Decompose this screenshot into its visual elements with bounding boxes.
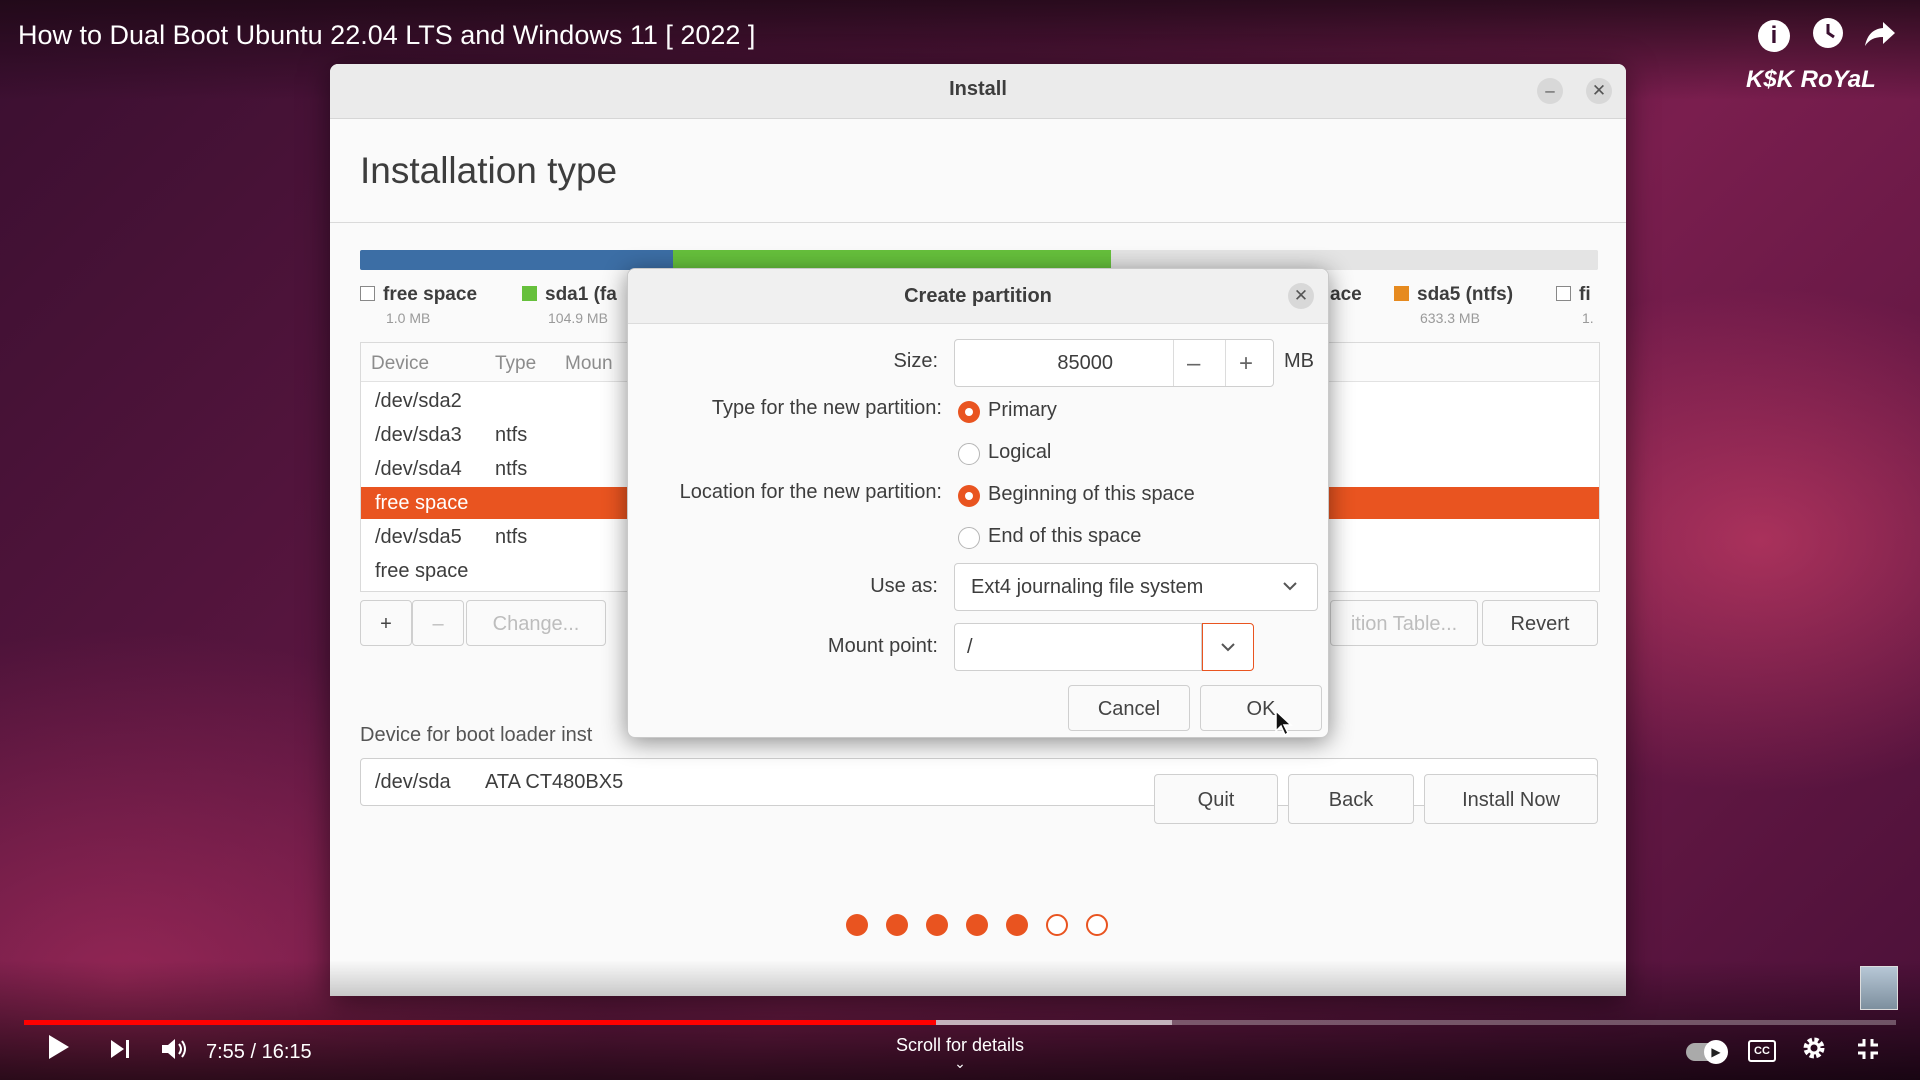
radio-end[interactable] [958, 527, 980, 549]
partition-bar-segment-sda2 [673, 250, 1111, 270]
exit-fullscreen-icon[interactable] [1846, 1030, 1890, 1074]
mount-point-input[interactable]: / [954, 623, 1202, 671]
chevron-down-icon [1281, 577, 1299, 601]
cancel-button[interactable]: Cancel [1068, 685, 1190, 731]
quit-button[interactable]: Quit [1154, 774, 1278, 824]
column-header-device[interactable]: Device [371, 353, 429, 375]
progress-dot-complete [926, 914, 948, 936]
progress-dot-complete [1006, 914, 1028, 936]
scroll-for-details[interactable]: Scroll for details ⌄ [860, 1035, 1060, 1070]
volume-icon[interactable] [152, 1030, 196, 1074]
partition-bar-segment-free [1111, 250, 1598, 270]
legend-item: sda1 (fa [522, 284, 617, 306]
progress-dot-complete [886, 914, 908, 936]
option-end[interactable]: End of this space [988, 525, 1141, 548]
size-spinbox[interactable]: 85000 – + [954, 339, 1274, 387]
add-partition-button[interactable]: + [360, 600, 412, 646]
progress-played[interactable] [24, 1020, 936, 1025]
next-icon[interactable] [98, 1030, 142, 1074]
mouse-cursor-icon [1274, 709, 1294, 742]
use-as-label: Use as: [870, 575, 938, 597]
legend-size: 1.0 MB [386, 310, 431, 326]
size-label: Size: [893, 350, 938, 372]
divider [330, 222, 1626, 223]
option-logical[interactable]: Logical [988, 441, 1051, 464]
minimize-icon[interactable]: – [1537, 78, 1563, 104]
spin-separator [1225, 340, 1226, 386]
legend-size: 1. [1582, 310, 1594, 326]
clock-icon[interactable] [1808, 16, 1848, 56]
create-partition-dialog: Create partition ✕ Size: 85000 – + MB Ty… [627, 268, 1329, 738]
page-title: Installation type [360, 150, 618, 191]
size-unit: MB [1284, 350, 1314, 372]
radio-primary[interactable] [958, 401, 980, 423]
mount-point-label: Mount point: [827, 635, 938, 657]
boot-loader-label: Device for boot loader inst [360, 724, 593, 746]
channel-watermark: K$K RoYaL [1746, 66, 1876, 93]
autoplay-play-icon: ▶ [1704, 1040, 1728, 1064]
chevron-down-icon: ⌄ [954, 1055, 966, 1071]
video-title[interactable]: How to Dual Boot Ubuntu 22.04 LTS and Wi… [18, 20, 755, 51]
time-display: 7:55 / 16:15 [206, 1041, 312, 1063]
mount-point-value[interactable]: / [967, 636, 973, 659]
increment-button[interactable]: + [1239, 350, 1253, 378]
dialog-close-icon[interactable]: ✕ [1288, 283, 1314, 309]
legend-item: sda5 (ntfs) [1394, 284, 1513, 306]
share-icon[interactable] [1860, 16, 1900, 56]
boot-loader-model: ATA CT480BX5 [485, 771, 624, 793]
progress-dot-pending [1086, 914, 1108, 936]
install-now-button[interactable]: Install Now [1424, 774, 1598, 824]
radio-beginning[interactable] [958, 485, 980, 507]
progress-dot-complete [846, 914, 868, 936]
partition-location-label: Location for the new partition: [679, 481, 942, 503]
back-button[interactable]: Back [1288, 774, 1414, 824]
legend-size: 633.3 MB [1420, 310, 1480, 326]
size-value[interactable]: 85000 [1057, 352, 1113, 375]
radio-logical[interactable] [958, 443, 980, 465]
option-beginning[interactable]: Beginning of this space [988, 483, 1195, 506]
column-header-type[interactable]: Type [495, 353, 536, 375]
use-as-select[interactable]: Ext4 journaling file system [954, 563, 1318, 611]
info-icon[interactable]: i [1758, 20, 1790, 52]
chevron-down-icon [1219, 638, 1237, 662]
boot-loader-device: /dev/sda [375, 771, 451, 793]
partition-bar-segment-sda1 [360, 250, 673, 270]
use-as-value: Ext4 journaling file system [971, 576, 1204, 598]
scroll-hint-text: Scroll for details [895, 1035, 1025, 1055]
partition-usage-bar [360, 250, 1598, 270]
remove-partition-button[interactable]: – [412, 600, 464, 646]
dialog-title: Create partition [904, 285, 1052, 307]
revert-button[interactable]: Revert [1482, 600, 1598, 646]
channel-thumbnail[interactable] [1860, 966, 1898, 1010]
option-primary[interactable]: Primary [988, 399, 1057, 422]
decrement-button[interactable]: – [1187, 350, 1200, 378]
captions-icon[interactable]: CC [1748, 1040, 1776, 1062]
legend-item: ace [1330, 284, 1362, 305]
close-icon[interactable]: ✕ [1586, 78, 1612, 104]
progress-dot-pending [1046, 914, 1068, 936]
change-partition-button[interactable]: Change... [466, 600, 606, 646]
legend-size: 104.9 MB [548, 310, 608, 326]
mount-point-dropdown-button[interactable] [1202, 623, 1254, 671]
new-partition-table-button[interactable]: ition Table... [1330, 600, 1478, 646]
spin-separator [1173, 340, 1174, 386]
column-header-mount[interactable]: Moun [565, 353, 613, 375]
partition-type-label: Type for the new partition: [711, 397, 942, 419]
legend-item: fi [1556, 284, 1591, 306]
progress-dot-complete [966, 914, 988, 936]
ok-button[interactable]: OK [1200, 685, 1322, 731]
play-icon[interactable] [36, 1030, 80, 1074]
window-title: Install [949, 78, 1007, 100]
legend-item: free space [360, 284, 477, 306]
settings-gear-icon[interactable] [1792, 1030, 1836, 1074]
